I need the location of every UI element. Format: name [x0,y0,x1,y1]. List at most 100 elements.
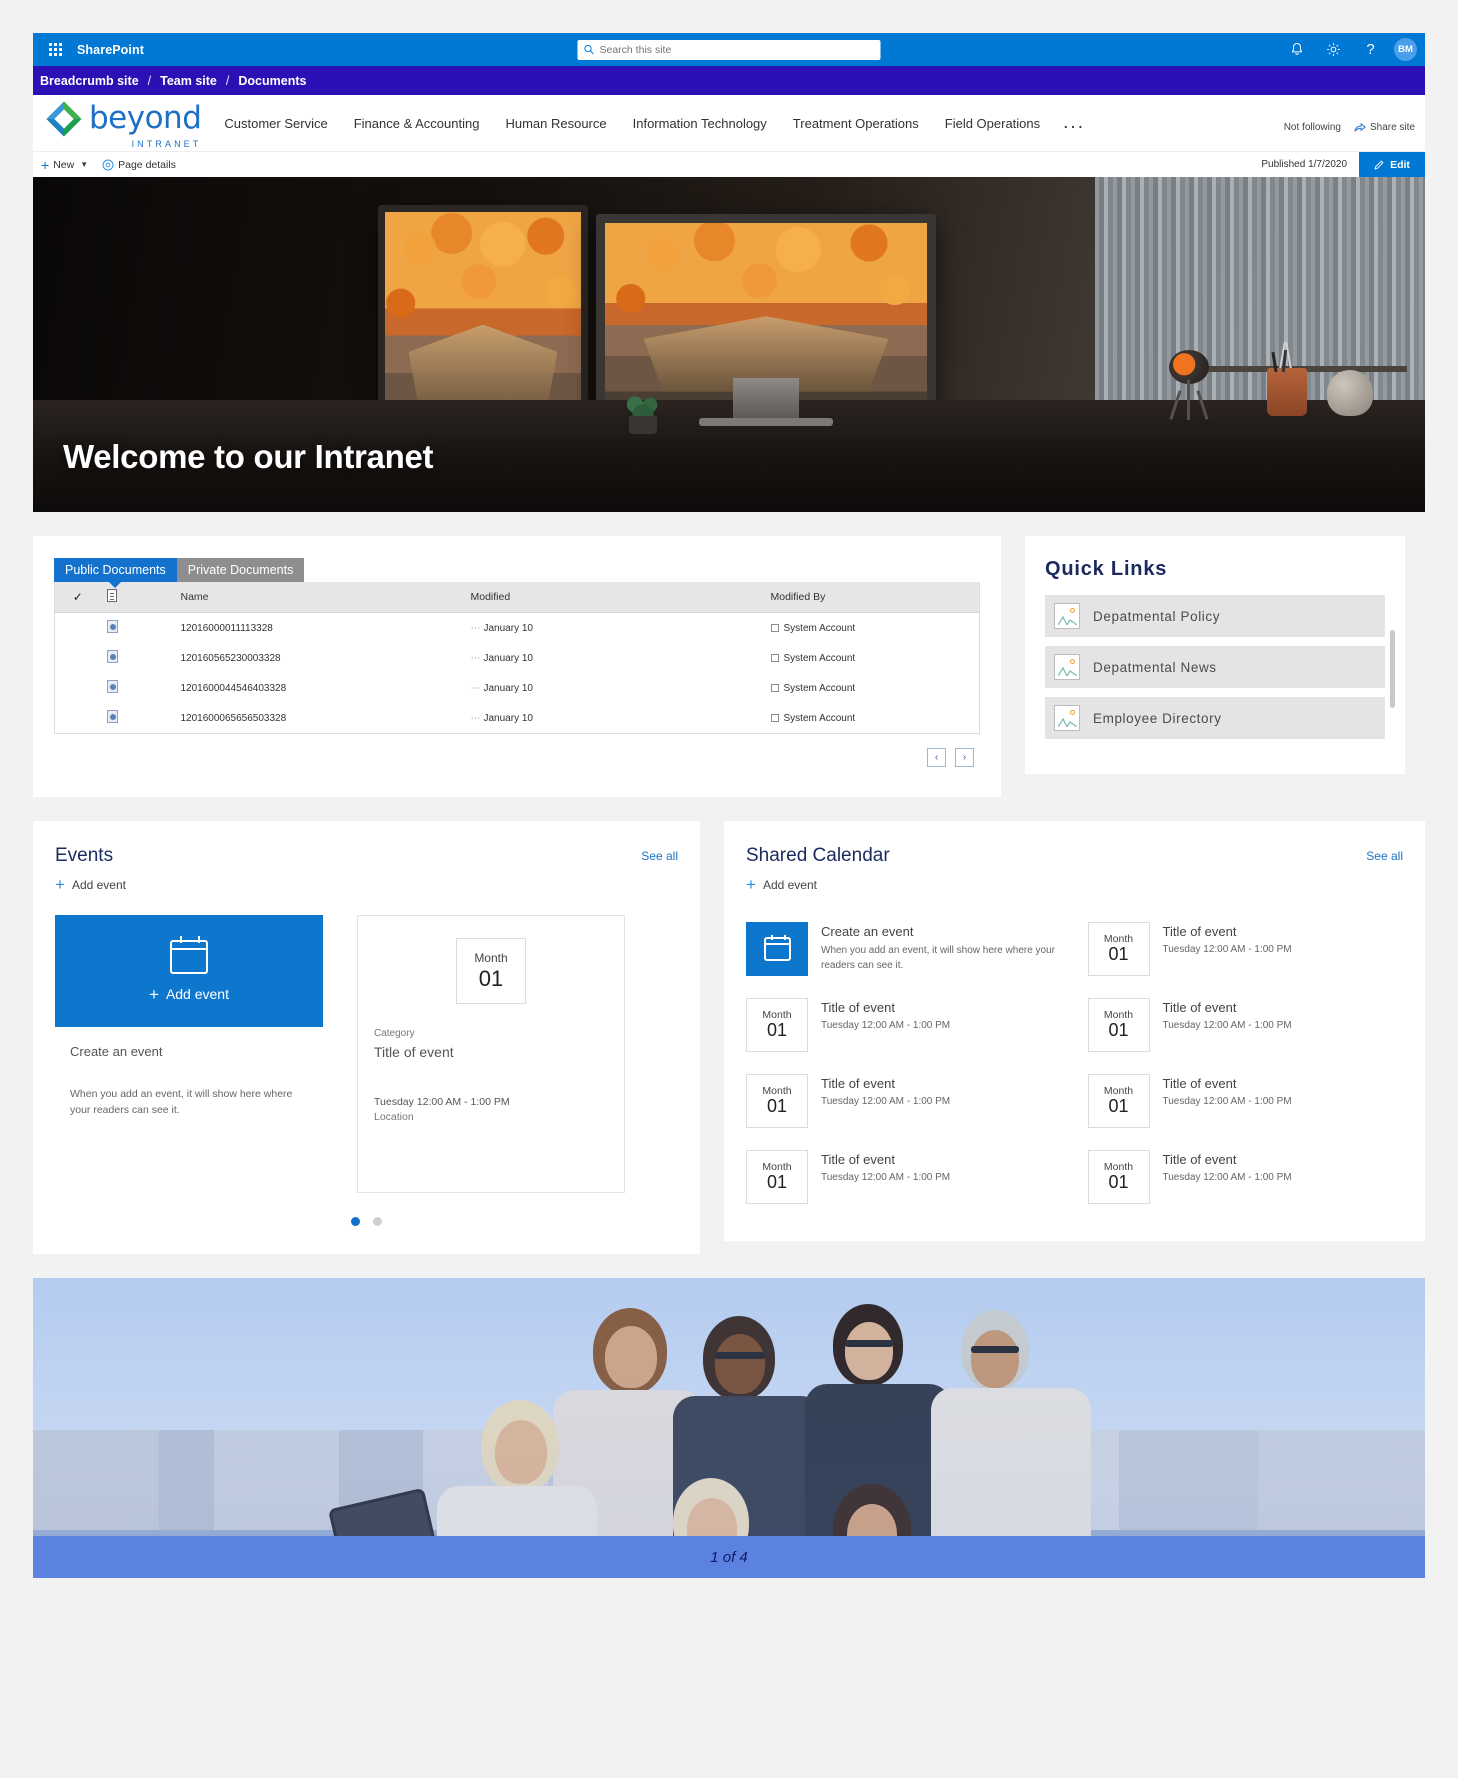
calendar-item-title: Title of event [1162,1076,1237,1091]
shared-calendar-see-all-link[interactable]: See all [1366,849,1403,863]
event-date-box: Month 01 [456,938,526,1004]
avatar[interactable]: BM [1394,38,1417,61]
calendar-item[interactable]: Month 01 Title of event Tuesday 12:00 AM… [1087,987,1404,1063]
site-logo[interactable]: beyond INTRANET [43,98,202,149]
table-row[interactable]: 1201600044546403328 ⋯ January 10 System A… [55,673,980,703]
page-canvas: SharePoint Search this site ? BM Breadcr… [33,33,1425,1578]
tab-private-documents[interactable]: Private Documents [176,558,305,582]
calendar-day: 01 [766,1172,788,1193]
nav-item-field-operations[interactable]: Field Operations [932,110,1053,137]
nav-item-customer-service[interactable]: Customer Service [211,110,340,137]
event-time: Tuesday 12:00 AM - 1:00 PM [374,1096,510,1108]
app-launcher-icon[interactable] [33,43,77,56]
banner-pager-label: 1 of 4 [33,1536,1425,1578]
nav-item-treatment-operations[interactable]: Treatment Operations [780,110,932,137]
calendar-item[interactable]: Month 01 Title of event Tuesday 12:00 AM… [746,1139,1062,1215]
event-card-sample[interactable]: Month 01 Category Title of event Tuesday… [357,915,625,1193]
row-modified: ⋯ January 10 [465,673,765,703]
event-card-create[interactable]: + Add event Create an event When you add… [55,915,323,1193]
calendar-item[interactable]: Month 01 Title of event Tuesday 12:00 AM… [1087,1063,1404,1139]
previous-page-button[interactable]: ‹ [927,748,946,767]
carousel-dot-1[interactable] [351,1217,360,1226]
quick-link-departmental-news[interactable]: Depatmental News [1045,646,1385,688]
calendar-date-box: Month 01 [746,998,808,1052]
shared-calendar-webpart: Shared Calendar See all + Add event Crea… [724,821,1425,1241]
row-name[interactable]: 1201600065656503328 [175,703,465,734]
sharepoint-brand[interactable]: SharePoint [77,43,144,57]
calendar-item[interactable]: Month 01 Title of event Tuesday 12:00 AM… [1087,1139,1404,1215]
event-card-body: Create an event When you add an event, i… [55,1027,323,1193]
row-select[interactable] [55,643,101,673]
breadcrumb-item-1[interactable]: Team site [160,74,217,88]
event-card-body: Category Title of event Tuesday 12:00 AM… [358,1014,624,1145]
broken-image-icon [1054,654,1080,680]
row-name[interactable]: 1201600044546403328 [175,673,465,703]
page-details-button[interactable]: Page details [102,159,176,171]
row-modified-value: January 10 [483,682,533,694]
help-icon[interactable]: ? [1355,34,1386,65]
event-location: Location [374,1111,414,1123]
ellipsis-icon: ⋯ [470,712,481,724]
new-button[interactable]: + New ▼ [41,158,88,172]
tab-public-documents[interactable]: Public Documents [54,558,177,582]
table-row[interactable]: 12016000011113328 ⋯ January 10 System Acc… [55,613,980,644]
breadcrumb-item-2[interactable]: Documents [238,74,306,88]
column-modified-by[interactable]: Modified By [764,582,980,613]
quick-link-departmental-policy[interactable]: Depatmental Policy [1045,595,1385,637]
carousel-dot-2[interactable] [373,1217,382,1226]
calendar-date-box: Month 01 [1087,922,1150,976]
calendar-item-title: Create an event [821,924,914,939]
shared-calendar-add-event-button[interactable]: + Add event [746,876,1403,893]
row-select[interactable] [55,703,101,734]
calendar-item-time: Tuesday 12:00 AM - 1:00 PM [821,1020,951,1031]
row-modified-by: System Account [765,613,980,644]
row-icon [101,703,175,734]
content-row-2: Events See all + Add event + Add event C… [33,821,1425,1254]
quick-links-scrollbar[interactable] [1390,630,1395,708]
next-page-button[interactable]: › [955,748,974,767]
gear-glyph [1327,43,1340,56]
nav-item-finance-accounting[interactable]: Finance & Accounting [341,110,493,137]
presence-checkbox-icon [770,623,779,632]
row-name[interactable]: 120160565230003328 [175,643,465,673]
calendar-item[interactable]: Month 01 Title of event Tuesday 12:00 AM… [1087,911,1404,987]
calendar-icon [169,935,209,974]
follow-button[interactable]: Not following [1284,122,1341,133]
search-input[interactable] [599,43,875,56]
site-search-box[interactable] [577,39,881,60]
calendar-item-create[interactable]: Create an event When you add an event, i… [746,911,1062,987]
events-see-all-link[interactable]: See all [641,849,678,863]
share-site-button[interactable]: Share site [1354,122,1415,133]
column-select-all[interactable]: ✓ [54,582,101,613]
events-add-event-button[interactable]: + Add event [55,876,678,893]
events-card-list: + Add event Create an event When you add… [55,915,678,1193]
row-modified-value: January 10 [483,652,533,664]
row-name[interactable]: 12016000011113328 [175,613,465,644]
table-row[interactable]: 1201600065656503328 ⋯ January 10 System A… [55,703,980,734]
hero-title: Welcome to our Intranet [63,438,434,475]
row-select[interactable] [55,673,101,703]
nav-overflow-icon[interactable]: ... [1053,113,1095,132]
column-name[interactable]: Name [174,582,465,613]
nav-item-human-resource[interactable]: Human Resource [492,110,619,137]
event-card-add-panel[interactable]: + Add event [55,915,323,1027]
row-select[interactable] [55,613,101,644]
gear-icon[interactable] [1318,34,1349,65]
nav-item-information-technology[interactable]: Information Technology [620,110,780,137]
new-label: New [53,158,75,171]
quick-link-employee-directory[interactable]: Employee Directory [1045,697,1385,739]
bottom-banner-carousel[interactable]: 1 of 4 [33,1278,1425,1578]
site-header: beyond INTRANET Customer Service Finance… [33,95,1425,151]
edit-button[interactable]: Edit [1359,151,1425,178]
breadcrumb-item-0[interactable]: Breadcrumb site [40,74,139,88]
table-row[interactable]: 120160565230003328 ⋯ January 10 System Ac… [55,643,980,673]
row-modified-value: January 10 [483,712,533,724]
bell-icon[interactable] [1281,34,1312,65]
event-card-title: Create an event [70,1044,163,1059]
plus-icon: + [41,156,50,173]
calendar-item-text: Title of event Tuesday 12:00 AM - 1:00 P… [1163,998,1292,1031]
column-modified[interactable]: Modified [464,582,765,613]
calendar-item[interactable]: Month 01 Title of event Tuesday 12:00 AM… [746,987,1062,1063]
quick-link-label: Depatmental News [1093,659,1217,675]
calendar-item[interactable]: Month 01 Title of event Tuesday 12:00 AM… [746,1063,1062,1139]
